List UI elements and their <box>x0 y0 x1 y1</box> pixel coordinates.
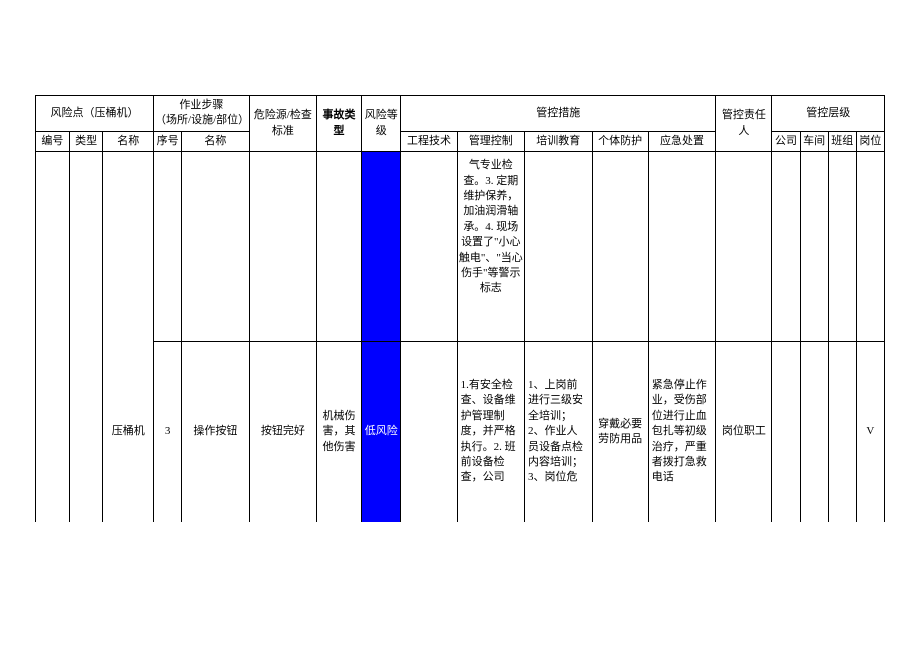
risk-assessment-table: 风险点（压桶机） 作业步骤 （场所/设施/部位） 危险源/检查标准 事故类型 风… <box>35 95 885 522</box>
cell-prev-engineering <box>401 152 457 342</box>
cell-name-risk: 压桶机 <box>103 342 154 522</box>
cell-type <box>69 342 103 522</box>
header-accident-type: 事故类型 <box>317 96 362 152</box>
cell-prev-name-op <box>182 152 249 342</box>
cell-ppe: 穿戴必要劳防用品 <box>592 342 648 522</box>
header-management: 管理控制 <box>457 131 524 151</box>
cell-prev-accident <box>317 152 362 342</box>
header-name-op: 名称 <box>182 131 249 151</box>
header-row-1: 风险点（压桶机） 作业步骤 （场所/设施/部位） 危险源/检查标准 事故类型 风… <box>36 96 885 132</box>
header-control-person: 管控责任人 <box>716 96 772 152</box>
header-risk-level: 风险等级 <box>362 96 401 152</box>
cell-post: V <box>856 342 884 522</box>
cell-prev-company <box>772 152 800 342</box>
cell-risk-level: 低风险 <box>362 342 401 522</box>
cell-hazard: 按钮完好 <box>249 342 316 522</box>
cell-management: 1.有安全检查、设备维护管理制度，并严格执行。2. 班前设备检查，公司 <box>457 342 524 522</box>
cell-prev-risk-level <box>362 152 401 342</box>
header-training: 培训教育 <box>525 131 592 151</box>
cell-engineering <box>401 342 457 522</box>
cell-prev-training <box>525 152 592 342</box>
cell-seq: 3 <box>154 342 182 522</box>
header-ppe: 个体防护 <box>592 131 648 151</box>
header-name-risk: 名称 <box>103 131 154 151</box>
header-workshop: 车间 <box>800 131 828 151</box>
cell-number <box>36 342 70 522</box>
cell-prev-post <box>856 152 884 342</box>
cell-prev-team <box>828 152 856 342</box>
header-risk-point: 风险点（压桶机） <box>36 96 154 132</box>
header-control-measures: 管控措施 <box>401 96 716 132</box>
cell-prev-type <box>69 152 103 342</box>
cell-prev-management: 气专业检查。3. 定期维护保养，加油润滑轴承。4. 现场设置了"小心触电"、"当… <box>457 152 524 342</box>
cell-training: 1、上岗前进行三级安全培训；2、作业人员设备点检内容培训；3、岗位危 <box>525 342 592 522</box>
cell-prev-person <box>716 152 772 342</box>
table-row-prev: 气专业检查。3. 定期维护保养，加油润滑轴承。4. 现场设置了"小心触电"、"当… <box>36 152 885 342</box>
cell-accident: 机械伤害，其他伤害 <box>317 342 362 522</box>
header-engineering: 工程技术 <box>401 131 457 151</box>
header-control-level: 管控层级 <box>772 96 885 132</box>
header-type: 类型 <box>69 131 103 151</box>
header-emergency: 应急处置 <box>648 131 716 151</box>
header-post: 岗位 <box>856 131 884 151</box>
cell-workshop <box>800 342 828 522</box>
table-row: 压桶机 3 操作按钮 按钮完好 机械伤害，其他伤害 低风险 1.有安全检查、设备… <box>36 342 885 522</box>
header-number: 编号 <box>36 131 70 151</box>
cell-prev-seq <box>154 152 182 342</box>
cell-company <box>772 342 800 522</box>
cell-name-op: 操作按钮 <box>182 342 249 522</box>
cell-prev-number <box>36 152 70 342</box>
header-hazard-source: 危险源/检查标准 <box>249 96 316 152</box>
cell-prev-workshop <box>800 152 828 342</box>
cell-prev-emergency <box>648 152 716 342</box>
header-company: 公司 <box>772 131 800 151</box>
header-team: 班组 <box>828 131 856 151</box>
cell-person: 岗位职工 <box>716 342 772 522</box>
cell-team <box>828 342 856 522</box>
cell-prev-hazard <box>249 152 316 342</box>
cell-prev-ppe <box>592 152 648 342</box>
cell-prev-name-risk <box>103 152 154 342</box>
header-operation-step: 作业步骤 （场所/设施/部位） <box>154 96 250 132</box>
header-seq: 序号 <box>154 131 182 151</box>
cell-emergency: 紧急停止作业，受伤部位进行止血包扎等初级治疗，严重者拨打急救电话 <box>648 342 716 522</box>
